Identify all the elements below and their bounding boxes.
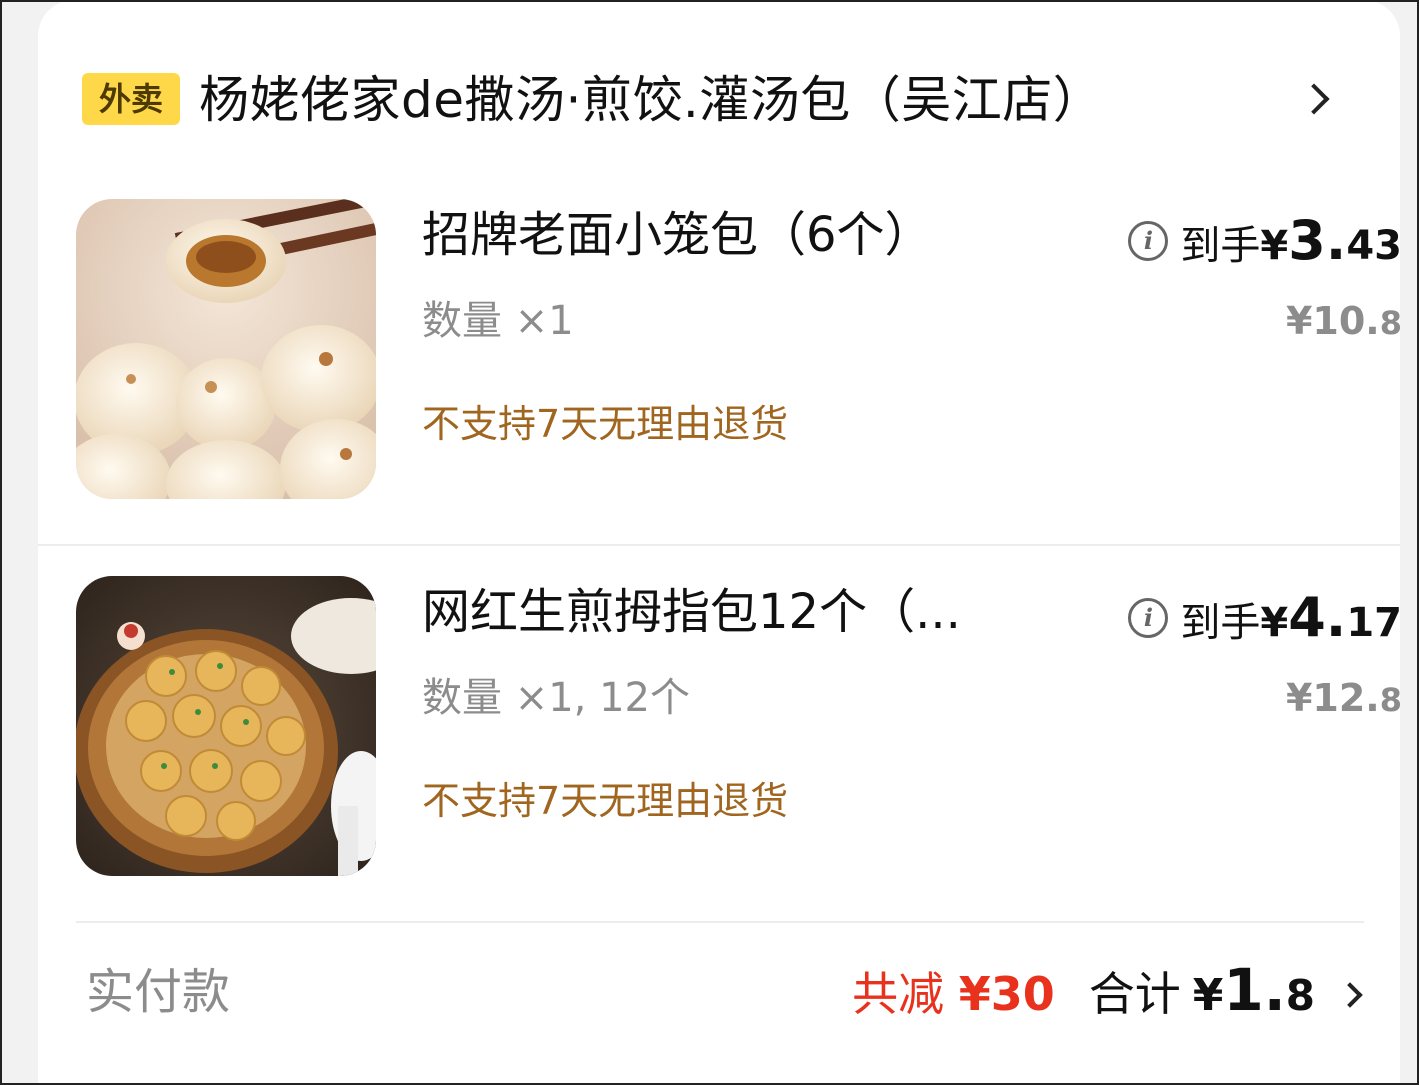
product-quantity: 数量 ×1 (422, 298, 574, 344)
original-price-decimal: 8 (1379, 304, 1402, 342)
currency-symbol: ¥ (1260, 223, 1289, 269)
chevron-right-icon[interactable] (1337, 982, 1363, 1008)
chevron-right-icon[interactable] (1298, 83, 1330, 115)
return-policy-note: 不支持7天无理由退货 (422, 402, 789, 446)
final-price: i 到手 ¥ 4. 17 (1128, 586, 1402, 650)
product-image[interactable] (76, 576, 376, 876)
product-title[interactable]: 网红生煎拇指包12个（... (422, 580, 1022, 644)
price-decimal: 43 (1346, 223, 1402, 269)
arrive-label: 到手 (1180, 600, 1261, 646)
price-integer: 4. (1288, 586, 1347, 649)
product-image[interactable] (76, 199, 376, 499)
currency-symbol: ¥ (1260, 600, 1289, 646)
price-decimal: 17 (1346, 600, 1402, 646)
original-price-decimal: 8 (1379, 681, 1402, 719)
return-policy-note: 不支持7天无理由退货 (422, 779, 789, 823)
total-label: 合计 (1088, 967, 1181, 1021)
shop-name[interactable]: 杨姥佬家de撒汤·煎饺.灌汤包（吴江店） (199, 68, 1103, 132)
total-decimal: 8 (1285, 971, 1315, 1020)
discount-amount: ¥30 (958, 967, 1055, 1021)
footer-divider (76, 921, 1364, 923)
actual-payment-label: 实付款 (86, 964, 231, 1020)
info-icon[interactable]: i (1128, 221, 1169, 261)
total-summary[interactable]: 共减 ¥30 合计 ¥ 1. 8 (852, 956, 1363, 1028)
price-integer: 3. (1288, 209, 1347, 272)
info-icon[interactable]: i (1128, 598, 1169, 638)
item-divider (38, 544, 1400, 546)
discount-label: 共减 (852, 967, 945, 1021)
pan-fried-bun-photo (76, 576, 376, 876)
order-item[interactable]: 网红生煎拇指包12个（... 数量 ×1, 12个 不支持7天无理由退货 i 到… (76, 576, 1402, 876)
final-price: i 到手 ¥ 3. 43 (1128, 209, 1402, 273)
original-price: ¥12.8 (1286, 676, 1402, 720)
product-quantity: 数量 ×1, 12个 (422, 675, 691, 721)
steamed-bun-photo (76, 199, 376, 499)
discount-summary: 共减 ¥30 (852, 958, 1055, 1024)
delivery-tag: 外卖 (82, 73, 180, 125)
order-item[interactable]: 招牌老面小笼包（6个） 数量 ×1 不支持7天无理由退货 i 到手 ¥ 3. 4… (76, 199, 1402, 499)
original-price-integer: ¥10. (1285, 299, 1380, 343)
total-currency: ¥ (1192, 970, 1224, 1021)
total-integer: 1. (1223, 956, 1286, 1024)
product-title[interactable]: 招牌老面小笼包（6个） (422, 203, 1022, 267)
original-price-integer: ¥12. (1285, 676, 1380, 720)
shop-header[interactable]: 外卖 杨姥佬家de撒汤·煎饺.灌汤包（吴江店） (82, 62, 1382, 142)
original-price: ¥10.8 (1286, 299, 1402, 343)
arrive-label: 到手 (1180, 223, 1261, 269)
